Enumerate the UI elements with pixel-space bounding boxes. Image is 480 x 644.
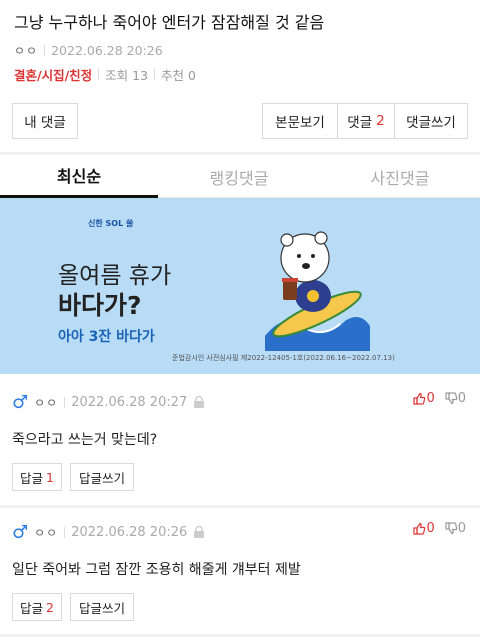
- comment-divider: [0, 634, 480, 637]
- reply-count-button[interactable]: 답글 2: [12, 593, 62, 621]
- comments-count: 2: [376, 113, 385, 129]
- comment-votes: 0 0: [413, 391, 466, 406]
- comment-date: 2022.06.28 20:27: [71, 394, 188, 410]
- comment-actions: 답글 2 답글쓰기: [0, 593, 480, 623]
- upvote-count: 0: [426, 521, 435, 536]
- thumbs-up-icon: [413, 392, 426, 405]
- post-author[interactable]: ㅇㅇ: [14, 42, 38, 59]
- reply-label: 답글: [20, 470, 44, 486]
- banner-legal-text: 준법감시인 사전심사필 제2022-12405-1호(2022.06.16~20…: [172, 354, 395, 362]
- downvote-button[interactable]: 0: [445, 521, 466, 536]
- comment-item: ♂ ㅇㅇ 2022.06.28 20:26 0 0 일단 죽어봐 그럼 잠깐 조…: [0, 521, 480, 623]
- post-views: 조회 13: [105, 68, 149, 83]
- divider: [64, 526, 66, 538]
- comments-label: 댓글: [347, 115, 373, 131]
- upvote-count: 0: [426, 391, 435, 406]
- post-meta: ㅇㅇ 2022.06.28 20:26: [14, 42, 466, 59]
- write-reply-button[interactable]: 답글쓰기: [70, 463, 134, 491]
- banner-line1: 올여름 휴가: [58, 263, 172, 289]
- comment-item: ♂ ㅇㅇ 2022.06.28 20:27 0 0 죽으라고 쓰는거 맞는데? …: [0, 391, 480, 493]
- tab-photo[interactable]: 사진댓글: [320, 155, 480, 198]
- downvote-count: 0: [457, 521, 466, 536]
- divider: [64, 396, 66, 408]
- thumbs-up-icon: [413, 522, 426, 535]
- divider: [44, 45, 46, 56]
- divider: [98, 69, 100, 80]
- lock-icon: [194, 395, 205, 408]
- male-icon: ♂: [12, 521, 29, 543]
- view-post-button[interactable]: 본문보기: [262, 103, 338, 139]
- comment-text: 일단 죽어봐 그럼 잠깐 조용히 해줄게 걔부터 제발: [12, 562, 301, 578]
- reply-count: 1: [46, 469, 54, 485]
- comment-date: 2022.06.28 20:26: [71, 524, 188, 540]
- reply-label: 답글: [20, 600, 44, 616]
- post-category[interactable]: 결혼/시집/친정: [14, 65, 92, 84]
- comment-author[interactable]: ㅇㅇ: [34, 394, 58, 411]
- male-icon: ♂: [12, 391, 29, 413]
- reply-count-button[interactable]: 답글 1: [12, 463, 62, 491]
- comment-actions: 답글 1 답글쓰기: [0, 463, 480, 493]
- upvote-button[interactable]: 0: [413, 391, 435, 406]
- comment-author[interactable]: ㅇㅇ: [34, 524, 58, 541]
- post-title: 그냥 누구하나 죽어야 엔터가 잠잠해질 것 같음: [14, 13, 325, 32]
- divider: [154, 69, 156, 80]
- lock-icon: [194, 525, 205, 538]
- thumbs-down-icon: [445, 522, 458, 535]
- tab-latest[interactable]: 최신순: [0, 155, 158, 198]
- comments-count-button[interactable]: 댓글 2: [337, 103, 395, 139]
- comment-divider: [0, 505, 480, 508]
- comment-meta: ♂ ㅇㅇ 2022.06.28 20:27 0 0: [0, 391, 480, 413]
- banner-line2: 바다가?: [58, 291, 142, 320]
- tab-ranking[interactable]: 랭킹댓글: [160, 155, 318, 198]
- post-header: 그냥 누구하나 죽어야 엔터가 잠잠해질 것 같음 ㅇㅇ 2022.06.28 …: [0, 0, 480, 88]
- post-stats: 결혼/시집/친정 조회 13 추천 0: [14, 65, 466, 84]
- my-comments-button[interactable]: 내 댓글: [12, 103, 78, 139]
- reply-count: 2: [46, 599, 54, 615]
- comment-text: 죽으라고 쓰는거 맞는데?: [12, 432, 158, 448]
- comment-toolbar: 내 댓글 본문보기 댓글 2 댓글쓰기: [0, 103, 480, 139]
- banner-brand: 신한 SOL 쏠: [88, 219, 134, 228]
- comment-meta: ♂ ㅇㅇ 2022.06.28 20:26 0 0: [0, 521, 480, 543]
- thumbs-down-icon: [445, 392, 458, 405]
- upvote-button[interactable]: 0: [413, 521, 435, 536]
- post-date: 2022.06.28 20:26: [51, 43, 163, 58]
- bear-surfer-illustration: [265, 231, 370, 351]
- write-comment-button[interactable]: 댓글쓰기: [394, 103, 468, 139]
- write-reply-button[interactable]: 답글쓰기: [70, 593, 134, 621]
- comment-votes: 0 0: [413, 521, 466, 536]
- downvote-count: 0: [457, 391, 466, 406]
- post-recommend: 추천 0: [161, 68, 196, 83]
- downvote-button[interactable]: 0: [445, 391, 466, 406]
- banner-line3: 아아 3잔 바다가: [58, 329, 155, 345]
- ad-banner[interactable]: 신한 SOL 쏠 올여름 휴가 바다가? 아아 3잔 바다가 준법감시인 사전심…: [0, 198, 480, 374]
- comment-sort-tabs: 최신순 랭킹댓글 사진댓글: [0, 155, 480, 198]
